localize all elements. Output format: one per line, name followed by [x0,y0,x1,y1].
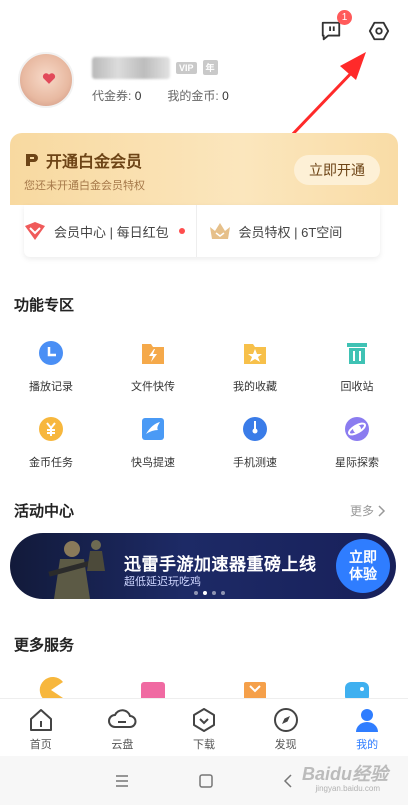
star-folder-icon [240,338,270,368]
bird-icon [138,414,168,444]
feature-bird-speedup[interactable]: 快鸟提速 [102,402,204,478]
vip-card[interactable]: 开通白金会员 您还未开通白金会员特权 立即开通 [10,133,398,205]
vip-tag: VIP [176,61,197,74]
more-link[interactable]: 更多 [350,502,386,519]
service-pacman-icon[interactable] [0,676,102,698]
gold-crown-icon [209,223,230,239]
tab-cloud[interactable]: 云盘 [82,699,164,756]
clock-icon [36,338,66,368]
features-grid: 播放记录 文件快传 我的收藏 回收站 金币任务 快鸟提速 手机测速 星际探索 [0,326,408,478]
feature-coin-tasks[interactable]: 金币任务 [0,402,102,478]
top-icons: 1 [318,10,392,44]
message-badge: 1 [337,10,352,25]
services-grid [0,676,408,698]
activity-title: 活动中心 [14,503,75,520]
year-tag: 年 [202,60,218,75]
speed-gauge-icon [240,414,270,444]
profile-info: VIP 年 代金券: 0 我的金币: 0 [92,56,229,104]
tab-download[interactable]: 下载 [163,699,245,756]
services-title: 更多服务 [14,637,75,654]
baidu-watermark-url: jingyan.baidu.com [315,784,380,793]
activity-banner[interactable]: 迅雷手游加速器重磅上线 超低延迟玩吃鸡 立即 体验 [10,533,396,599]
avatar[interactable] [18,52,74,108]
lightning-folder-icon [138,338,168,368]
trash-icon [342,338,372,368]
service-pink-card-icon[interactable] [102,676,204,698]
banner-subtitle: 超低延迟玩吃鸡 [124,576,201,588]
banner-pager-dots [194,591,225,595]
cloud-icon [108,709,137,728]
feature-star-explore[interactable]: 星际探索 [306,402,408,478]
soldier-illustration [48,540,105,599]
bottom-tab-bar: 首页 云盘 下载 发现 我的 [0,698,408,756]
open-vip-button[interactable]: 立即开通 [294,155,380,185]
settings-icon[interactable] [366,18,392,44]
banner-title: 迅雷手游加速器重磅上线 [124,555,317,574]
coupon-stat[interactable]: 代金券: 0 [92,87,141,104]
feature-recycle-bin[interactable]: 回收站 [306,326,408,402]
download-icon [192,708,215,732]
vip-title: 开通白金会员 [24,148,142,172]
back-icon[interactable] [283,773,293,788]
baidu-watermark: Baidu经验 [301,764,388,784]
heart-icon [42,73,56,84]
planet-icon [342,414,372,444]
home-icon [29,709,52,731]
features-title: 功能专区 [14,297,75,314]
member-privilege-link[interactable]: 会员特权 | 6T空间 [195,205,381,257]
feature-play-history[interactable]: 播放记录 [0,326,102,402]
blurred-username [92,56,170,79]
coins-stat[interactable]: 我的金币: 0 [167,87,228,104]
vip-links: 会员中心 | 每日红包 会员特权 | 6T空间 [24,205,380,257]
service-game-icon[interactable] [306,676,408,698]
vip-p-icon [26,154,38,166]
feature-favorites[interactable]: 我的收藏 [204,326,306,402]
try-now-button[interactable]: 立即 体验 [336,539,390,593]
tab-mine[interactable]: 我的 [326,699,408,756]
red-dot [178,228,185,234]
vip-subtitle: 您还未开通白金会员特权 [24,180,145,192]
chevron-right-icon [378,504,386,517]
profile-header[interactable]: VIP 年 代金券: 0 我的金币: 0 [18,52,229,108]
feature-phone-speedtest[interactable]: 手机测速 [204,402,306,478]
service-orange-box-icon[interactable] [204,676,306,698]
compass-icon [273,708,298,732]
menu-icon[interactable] [115,774,129,787]
person-icon [356,709,379,732]
tab-home[interactable]: 首页 [0,699,82,756]
yuan-coin-icon [36,414,66,444]
feature-file-transfer[interactable]: 文件快传 [102,326,204,402]
red-heart-icon [25,222,45,240]
home-square-icon[interactable] [199,773,213,788]
message-icon[interactable]: 1 [318,10,352,44]
tab-discover[interactable]: 发现 [245,699,327,756]
member-center-link[interactable]: 会员中心 | 每日红包 [24,205,196,257]
